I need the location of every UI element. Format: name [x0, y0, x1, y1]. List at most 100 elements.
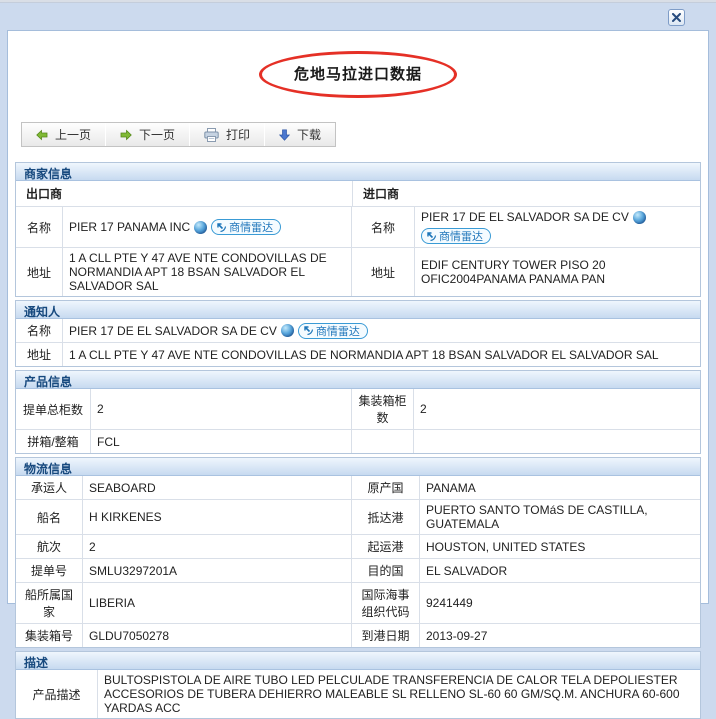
- merchant-section-header: 商家信息: [16, 163, 700, 181]
- section-description: 描述 产品描述 BULTOSPISTOLA DE AIRE TUBO LED P…: [15, 651, 701, 719]
- arrival-date-label: 到港日期: [352, 624, 420, 647]
- lcl-fcl-label: 拼箱/整箱: [16, 430, 91, 453]
- section-merchant-info: 商家信息 出口商 进口商 名称 PIER 17 PANAMA INC 商情雷达 …: [15, 162, 701, 297]
- importer-header: 进口商: [353, 181, 700, 206]
- exporter-address-label: 地址: [16, 248, 63, 296]
- importer-address-label: 地址: [352, 248, 415, 296]
- download-button[interactable]: 下载: [265, 123, 335, 146]
- print-button[interactable]: 打印: [190, 123, 264, 146]
- destination-country-value: EL SALVADOR: [420, 559, 700, 582]
- product-section-header: 产品信息: [16, 371, 700, 389]
- business-radar-badge[interactable]: 商情雷达: [421, 228, 491, 244]
- destination-country-label: 目的国: [352, 559, 420, 582]
- window-titlebar: [0, 3, 716, 30]
- notify-address-row: 地址 1 A CLL PTE Y 47 AVE NTE CONDOVILLAS …: [16, 343, 700, 366]
- product-description-value: BULTOSPISTOLA DE AIRE TUBO LED PELCULADE…: [98, 670, 700, 718]
- carrier-value: SEABOARD: [83, 476, 352, 499]
- departure-port-value: HOUSTON, UNITED STATES: [420, 535, 700, 558]
- merchant-address-row: 地址 1 A CLL PTE Y 47 AVE NTE CONDOVILLAS …: [16, 248, 700, 296]
- toolbar: 上一页 下一页 打印 下载: [21, 122, 336, 147]
- radar-icon: [426, 231, 437, 242]
- departure-port-label: 起运港: [352, 535, 420, 558]
- importer-address-value: EDIF CENTURY TOWER PISO 20 OFIC2004PANAM…: [415, 248, 700, 296]
- close-button[interactable]: [668, 9, 685, 26]
- notify-section-header: 通知人: [16, 301, 700, 319]
- vessel-name-value: H KIRKENES: [83, 500, 352, 534]
- exporter-name-label: 名称: [16, 207, 63, 247]
- vessel-flag-value: LIBERIA: [83, 583, 352, 623]
- business-radar-badge[interactable]: 商情雷达: [211, 219, 281, 235]
- printer-icon: [204, 128, 219, 142]
- detail-sections: 商家信息 出口商 进口商 名称 PIER 17 PANAMA INC 商情雷达 …: [15, 162, 701, 719]
- container-count-value: 2: [414, 389, 700, 429]
- carrier-label: 承运人: [16, 476, 83, 499]
- globe-icon[interactable]: [281, 324, 294, 337]
- importer-name-value: PIER 17 DE EL SALVADOR SA DE CV 商情雷达: [415, 207, 700, 247]
- logistics-row: 承运人 SEABOARD 原产国 PANAMA: [16, 476, 700, 500]
- container-number-label: 集装箱号: [16, 624, 83, 647]
- bl-number-value: SMLU3297201A: [83, 559, 352, 582]
- radar-icon: [303, 325, 314, 336]
- merchant-subheader-row: 出口商 进口商: [16, 181, 700, 207]
- section-logistics-info: 物流信息 承运人 SEABOARD 原产国 PANAMA 船名 H KIRKEN…: [15, 457, 701, 648]
- exporter-name-value: PIER 17 PANAMA INC 商情雷达: [63, 207, 352, 247]
- radar-icon: [216, 222, 227, 233]
- description-section-header: 描述: [16, 652, 700, 670]
- prev-page-label: 上一页: [55, 126, 91, 143]
- dialog-body: 危地马拉进口数据 上一页 下一页: [7, 30, 709, 604]
- download-label: 下载: [297, 126, 321, 143]
- page-title: 危地马拉进口数据: [294, 66, 422, 83]
- product-counts-row: 提单总柜数 2 集装箱柜数 2: [16, 389, 700, 430]
- logistics-section-header: 物流信息: [16, 458, 700, 476]
- notify-address-label: 地址: [16, 343, 63, 366]
- voyage-label: 航次: [16, 535, 83, 558]
- notify-name-row: 名称 PIER 17 DE EL SALVADOR SA DE CV 商情雷达: [16, 319, 700, 343]
- green-right-arrow-icon: [120, 129, 132, 141]
- empty-label-cell: [352, 430, 414, 453]
- notify-name-label: 名称: [16, 319, 63, 342]
- importer-name-label: 名称: [352, 207, 415, 247]
- logistics-row: 提单号 SMLU3297201A 目的国 EL SALVADOR: [16, 559, 700, 583]
- notify-name-value: PIER 17 DE EL SALVADOR SA DE CV 商情雷达: [63, 319, 700, 342]
- arrival-port-label: 抵达港: [352, 500, 420, 534]
- merchant-name-row: 名称 PIER 17 PANAMA INC 商情雷达 名称 PIER 17 DE…: [16, 207, 700, 248]
- lcl-fcl-value: FCL: [91, 430, 352, 453]
- next-page-button[interactable]: 下一页: [106, 123, 189, 146]
- imo-code-label: 国际海事组织代码: [352, 583, 420, 623]
- section-product-info: 产品信息 提单总柜数 2 集装箱柜数 2 拼箱/整箱 FCL: [15, 370, 701, 454]
- origin-country-label: 原产国: [352, 476, 420, 499]
- voyage-value: 2: [83, 535, 352, 558]
- title-area: 危地马拉进口数据: [15, 51, 701, 98]
- logistics-row: 船所属国家 LIBERIA 国际海事组织代码 9241449: [16, 583, 700, 624]
- bl-total-value: 2: [91, 389, 352, 429]
- arrival-date-value: 2013-09-27: [420, 624, 700, 647]
- red-ellipse-annotation: 危地马拉进口数据: [259, 51, 457, 98]
- next-page-label: 下一页: [139, 126, 175, 143]
- product-description-label: 产品描述: [16, 670, 98, 718]
- globe-icon[interactable]: [633, 211, 646, 224]
- exporter-header: 出口商: [16, 181, 353, 206]
- business-radar-badge[interactable]: 商情雷达: [298, 323, 368, 339]
- section-notify-party: 通知人 名称 PIER 17 DE EL SALVADOR SA DE CV 商…: [15, 300, 701, 367]
- vessel-name-label: 船名: [16, 500, 83, 534]
- close-icon: [672, 9, 681, 27]
- exporter-address-value: 1 A CLL PTE Y 47 AVE NTE CONDOVILLAS DE …: [63, 248, 352, 296]
- logistics-row: 集装箱号 GLDU7050278 到港日期 2013-09-27: [16, 624, 700, 647]
- logistics-row: 航次 2 起运港 HOUSTON, UNITED STATES: [16, 535, 700, 559]
- arrival-port-value: PUERTO SANTO TOMáS DE CASTILLA, GUATEMAL…: [420, 500, 700, 534]
- origin-country-value: PANAMA: [420, 476, 700, 499]
- imo-code-value: 9241449: [420, 583, 700, 623]
- container-count-label: 集装箱柜数: [352, 389, 414, 429]
- globe-icon[interactable]: [194, 221, 207, 234]
- bl-total-label: 提单总柜数: [16, 389, 91, 429]
- prev-page-button[interactable]: 上一页: [22, 123, 105, 146]
- print-label: 打印: [226, 126, 250, 143]
- lcl-fcl-row: 拼箱/整箱 FCL: [16, 430, 700, 453]
- empty-value-cell: [414, 430, 700, 453]
- green-left-arrow-icon: [36, 129, 48, 141]
- bl-number-label: 提单号: [16, 559, 83, 582]
- notify-address-value: 1 A CLL PTE Y 47 AVE NTE CONDOVILLAS DE …: [63, 343, 700, 366]
- blue-down-arrow-icon: [279, 129, 290, 141]
- vessel-flag-label: 船所属国家: [16, 583, 83, 623]
- product-description-row: 产品描述 BULTOSPISTOLA DE AIRE TUBO LED PELC…: [16, 670, 700, 718]
